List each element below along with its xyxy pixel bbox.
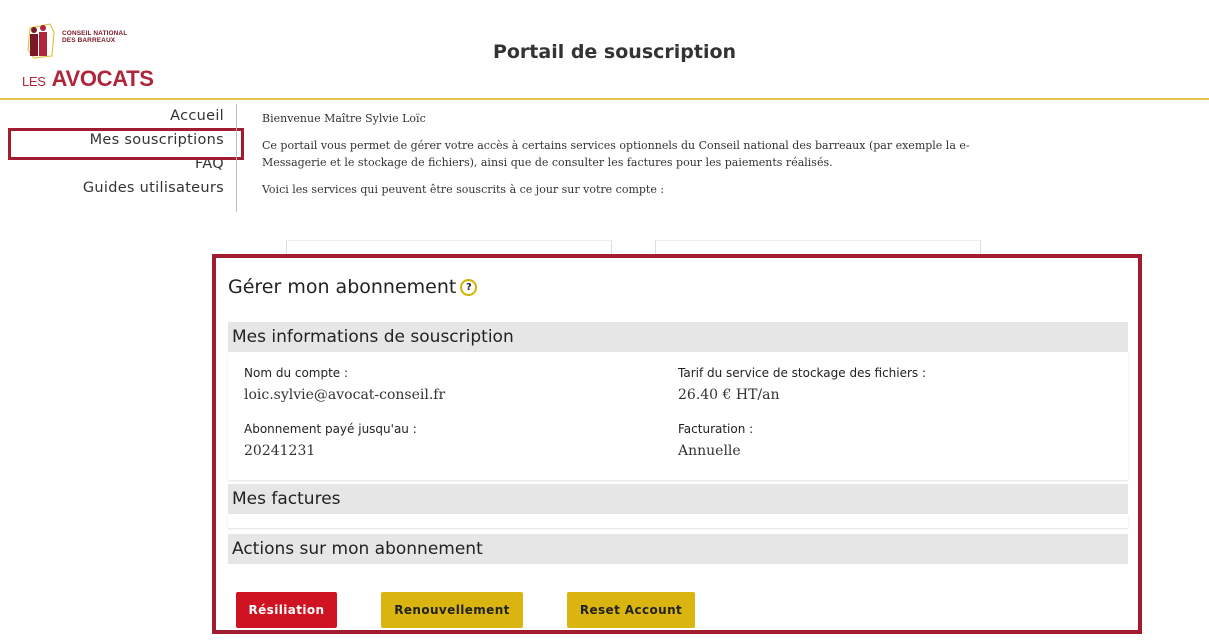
services-intro: Voici les services qui peuvent être sous…	[262, 183, 665, 196]
manage-subscription-panel: Gérer mon abonnement? Mes informations d…	[212, 254, 1142, 634]
storage-tariff-label: Tarif du service de stockage des fichier…	[678, 366, 927, 380]
nav-item-accueil[interactable]: Accueil	[0, 104, 236, 128]
cancel-subscription-button[interactable]: Résiliation	[236, 592, 337, 628]
subscription-info-heading[interactable]: Mes informations de souscription	[228, 322, 1128, 352]
portal-description: Ce portail vous permet de gérer votre ac…	[262, 137, 1162, 171]
subscription-info-body: Nom du compte : loic.sylvie@avocat-conse…	[228, 352, 1128, 480]
panel-title-text: Gérer mon abonnement	[228, 276, 457, 298]
portal-description-line1: Ce portail vous permet de gérer votre ac…	[262, 139, 970, 152]
paid-until-label: Abonnement payé jusqu'au :	[244, 422, 417, 436]
panel-title: Gérer mon abonnement?	[228, 276, 478, 298]
sidebar-divider	[236, 104, 237, 212]
page-header: CONSEIL NATIONAL DES BARREAUX LES AVOCAT…	[0, 0, 1209, 100]
welcome-text: Bienvenue Maître Sylvie Loïc	[262, 112, 426, 125]
reset-account-button[interactable]: Reset Account	[567, 592, 695, 628]
logo-wordmark: LES AVOCATS	[22, 66, 154, 92]
logo-prefix: LES	[22, 74, 46, 89]
billing-label: Facturation :	[678, 422, 754, 436]
invoices-body	[228, 514, 1128, 528]
storage-tariff-value: 26.40 € HT/an	[678, 387, 780, 403]
sidebar-nav: Accueil Mes souscriptions FAQ Guides uti…	[0, 104, 244, 212]
help-icon[interactable]: ?	[460, 279, 478, 296]
nav-item-guides-utilisateurs[interactable]: Guides utilisateurs	[0, 176, 236, 200]
nav-item-mes-souscriptions[interactable]: Mes souscriptions	[0, 128, 244, 160]
invoices-heading[interactable]: Mes factures	[228, 484, 1128, 514]
paid-until-value: 20241231	[244, 443, 316, 459]
account-name-value: loic.sylvie@avocat-conseil.fr	[244, 387, 446, 403]
billing-value: Annuelle	[678, 443, 741, 459]
nav-item-faq[interactable]: FAQ	[0, 152, 236, 176]
portal-description-line2: Messagerie et le stockage de fichiers), …	[262, 156, 833, 169]
account-name-label: Nom du compte :	[244, 366, 349, 380]
intro-content: Bienvenue Maître Sylvie Loïc Ce portail …	[262, 112, 1162, 196]
renew-subscription-button[interactable]: Renouvellement	[381, 592, 523, 628]
logo-word: AVOCATS	[51, 66, 154, 91]
logo-subtitle-line1: CONSEIL NATIONAL	[62, 30, 128, 37]
actions-heading[interactable]: Actions sur mon abonnement	[228, 534, 1128, 564]
page-title: Portail de souscription	[492, 41, 737, 63]
